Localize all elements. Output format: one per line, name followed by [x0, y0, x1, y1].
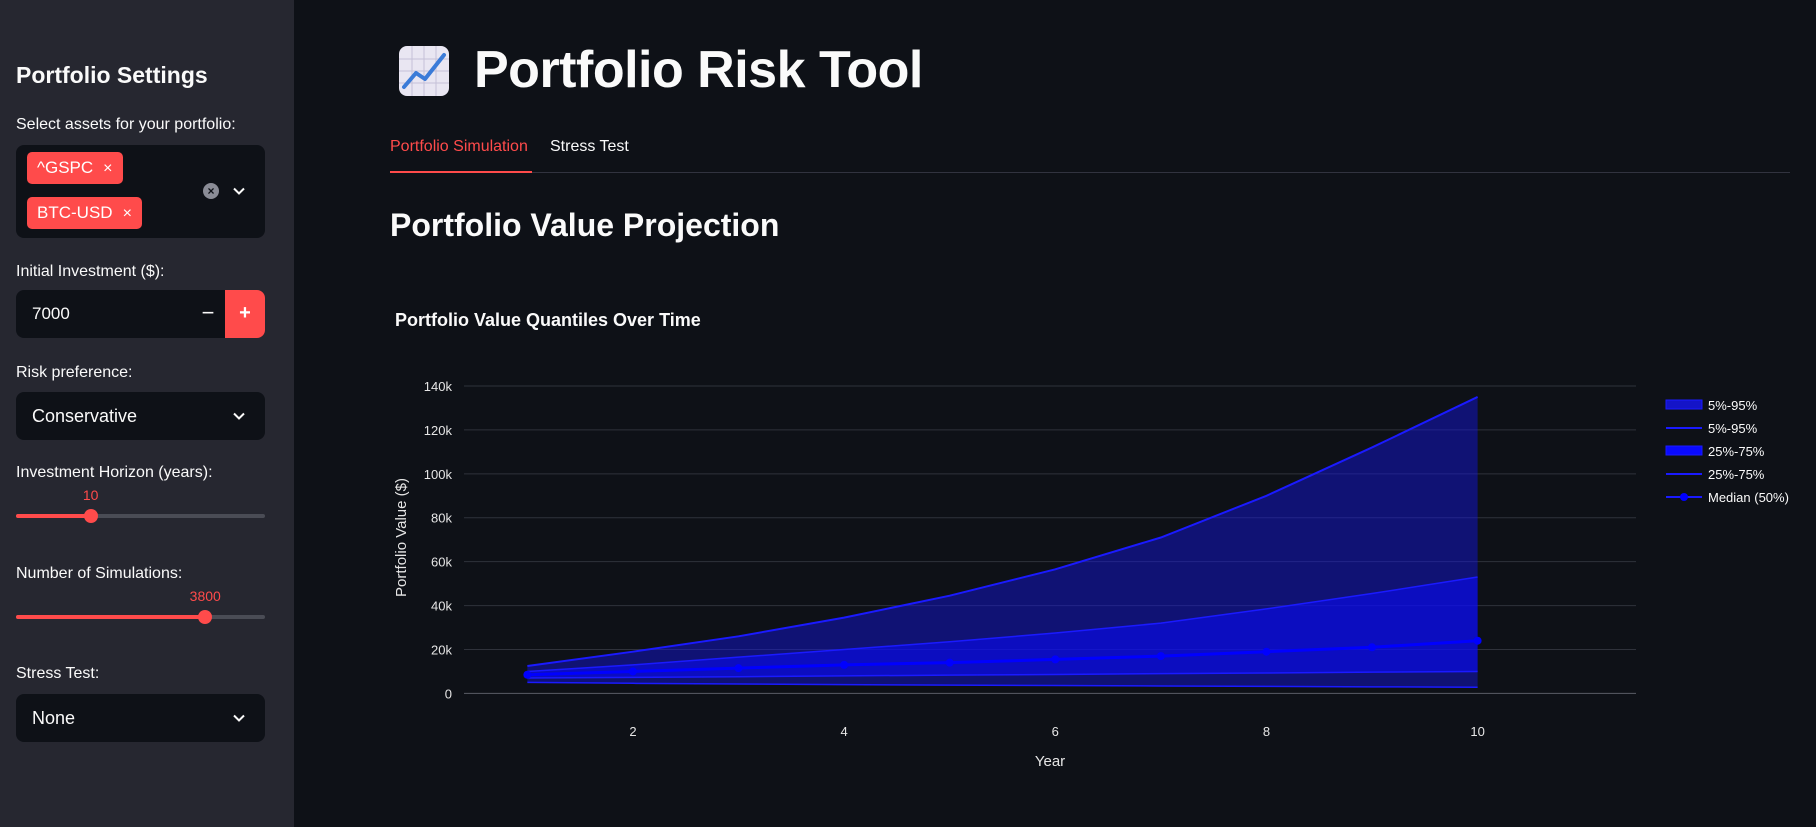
- clear-all-icon[interactable]: ×: [203, 183, 219, 199]
- y-tick-label: 140k: [424, 379, 453, 394]
- horizon-value: 10: [82, 487, 99, 503]
- x-tick-label: 10: [1470, 724, 1484, 739]
- asset-chip-btc[interactable]: BTC-USD ×: [27, 197, 142, 229]
- remove-chip-icon[interactable]: ×: [123, 205, 132, 222]
- legend-swatch: [1680, 493, 1688, 501]
- y-tick-label: 80k: [431, 511, 452, 526]
- simulations-slider[interactable]: 3800: [16, 588, 265, 624]
- investment-label: Initial Investment ($):: [16, 263, 165, 280]
- y-tick-label: 0: [445, 686, 452, 701]
- slider-thumb[interactable]: [83, 509, 98, 523]
- median-point: [523, 670, 532, 679]
- legend-label: 5%-95%: [1708, 398, 1758, 413]
- stress-selected-value: None: [32, 708, 76, 728]
- y-axis-title: Portfolio Value ($): [393, 478, 410, 597]
- median-point: [734, 664, 743, 673]
- quantile-chart[interactable]: 0 20k 40k 60k 80k 100k 120k 140k 2 4 6 8 10 Year Portf…: [294, 360, 1816, 780]
- tab-active-indicator: [390, 171, 532, 173]
- risk-label: Risk preference:: [16, 364, 133, 381]
- sidebar: Portfolio Settings Select assets for you…: [0, 0, 294, 827]
- page-title: Portfolio Risk Tool: [474, 41, 923, 99]
- y-tick-label: 40k: [431, 599, 452, 614]
- asset-chip-label: ^GSPC: [37, 158, 94, 177]
- x-tick-label: 6: [1052, 724, 1059, 739]
- slider-thumb[interactable]: [198, 610, 213, 624]
- chart-increasing-icon: [399, 46, 449, 96]
- y-tick-label: 20k: [431, 642, 452, 657]
- median-point: [945, 658, 954, 667]
- x-tick-label: 8: [1263, 724, 1270, 739]
- legend-label: 5%-95%: [1708, 421, 1758, 436]
- legend-swatch: [1665, 399, 1703, 410]
- x-axis-title: Year: [1035, 753, 1065, 770]
- chevron-down-icon: [233, 412, 245, 420]
- legend-label: 25%-75%: [1708, 444, 1765, 459]
- chevron-down-icon: [233, 714, 245, 722]
- legend-swatch: [1665, 445, 1703, 456]
- investment-value[interactable]: 7000: [32, 290, 70, 338]
- tab-stress-test[interactable]: Stress Test: [550, 138, 629, 156]
- chart-title: Portfolio Value Quantiles Over Time: [395, 310, 701, 330]
- x-tick-label: 2: [629, 724, 636, 739]
- sidebar-title: Portfolio Settings: [16, 62, 208, 88]
- legend-label: 25%-75%: [1708, 467, 1765, 482]
- median-point: [628, 667, 637, 676]
- y-tick-label: 100k: [424, 467, 453, 482]
- asset-chip-label: BTC-USD: [37, 203, 113, 222]
- median-point: [1156, 652, 1165, 661]
- stress-label: Stress Test:: [16, 665, 100, 682]
- x-tick-label: 4: [840, 724, 847, 739]
- stress-select[interactable]: None: [16, 694, 265, 742]
- median-point: [840, 660, 849, 669]
- remove-chip-icon[interactable]: ×: [103, 160, 112, 177]
- y-tick-label: 60k: [431, 555, 452, 570]
- horizon-slider[interactable]: 10: [16, 487, 265, 523]
- median-point: [1368, 643, 1377, 652]
- asset-chip-gspc[interactable]: ^GSPC ×: [27, 152, 123, 184]
- median-point: [1051, 655, 1060, 664]
- assets-label: Select assets for your portfolio:: [16, 116, 236, 133]
- risk-selected-value: Conservative: [32, 406, 138, 426]
- increment-button[interactable]: +: [225, 290, 265, 338]
- investment-number-input[interactable]: 7000 − +: [16, 290, 265, 338]
- legend-label: Median (50%): [1708, 490, 1789, 505]
- median-point: [1473, 636, 1482, 645]
- section-title: Portfolio Value Projection: [390, 207, 780, 243]
- median-point: [1262, 647, 1271, 656]
- simulations-value: 3800: [189, 588, 221, 604]
- slider-fill: [16, 514, 91, 518]
- assets-multiselect[interactable]: ^GSPC × BTC-USD × ×: [16, 145, 265, 238]
- slider-fill: [16, 615, 206, 619]
- tab-divider: [390, 172, 1790, 173]
- risk-select[interactable]: Conservative: [16, 392, 265, 440]
- decrement-button[interactable]: −: [193, 290, 223, 338]
- simulations-label: Number of Simulations:: [16, 565, 183, 582]
- y-tick-label: 120k: [424, 423, 453, 438]
- app: Portfolio Settings Select assets for you…: [0, 0, 1816, 827]
- chevron-down-icon[interactable]: [232, 184, 246, 198]
- main-content: Portfolio Risk Tool Portfolio Simulation…: [294, 0, 1816, 827]
- horizon-label: Investment Horizon (years):: [16, 464, 213, 481]
- tab-portfolio-simulation[interactable]: Portfolio Simulation: [390, 138, 528, 156]
